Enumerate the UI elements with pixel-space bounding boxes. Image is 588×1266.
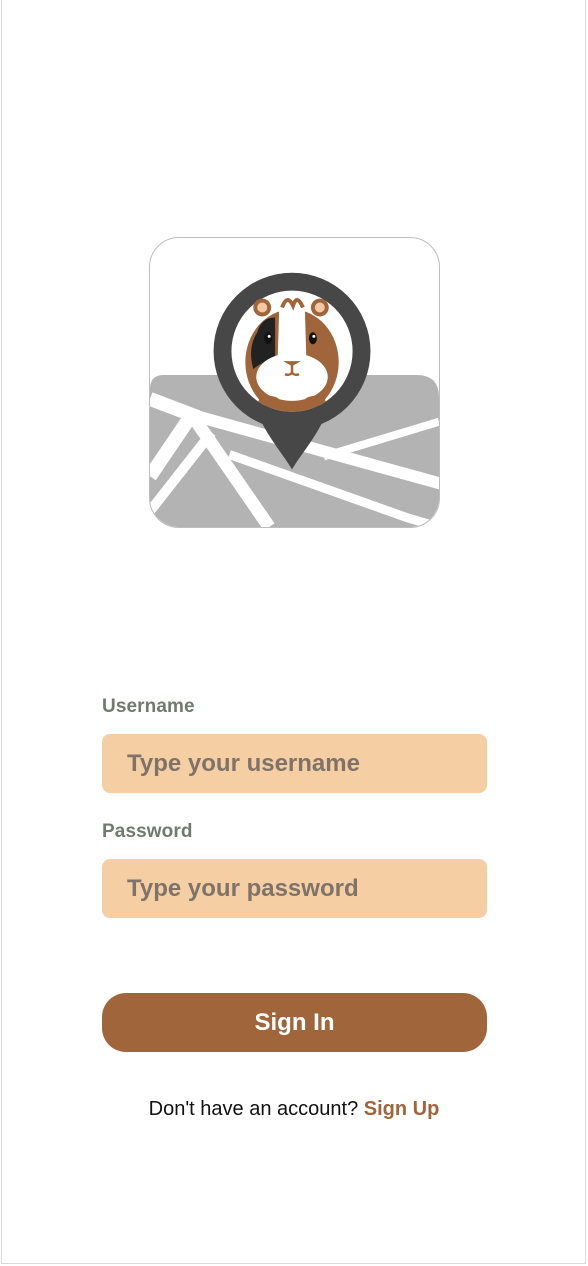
- sign-up-link[interactable]: Sign Up: [364, 1098, 440, 1120]
- username-label: Username: [102, 696, 195, 717]
- guinea-pig-map-pin-icon: [150, 272, 439, 527]
- password-label: Password: [102, 821, 193, 842]
- app-logo: [149, 237, 440, 528]
- password-input[interactable]: [102, 859, 487, 918]
- password-field-container: [102, 859, 487, 918]
- username-input[interactable]: [102, 734, 487, 793]
- sign-up-prompt: Don't have an account? Sign Up: [0, 1098, 588, 1121]
- username-field-container: [102, 734, 487, 793]
- no-account-text: Don't have an account?: [148, 1098, 359, 1120]
- app-frame: [1, 0, 586, 1264]
- sign-in-button[interactable]: Sign In: [102, 993, 487, 1052]
